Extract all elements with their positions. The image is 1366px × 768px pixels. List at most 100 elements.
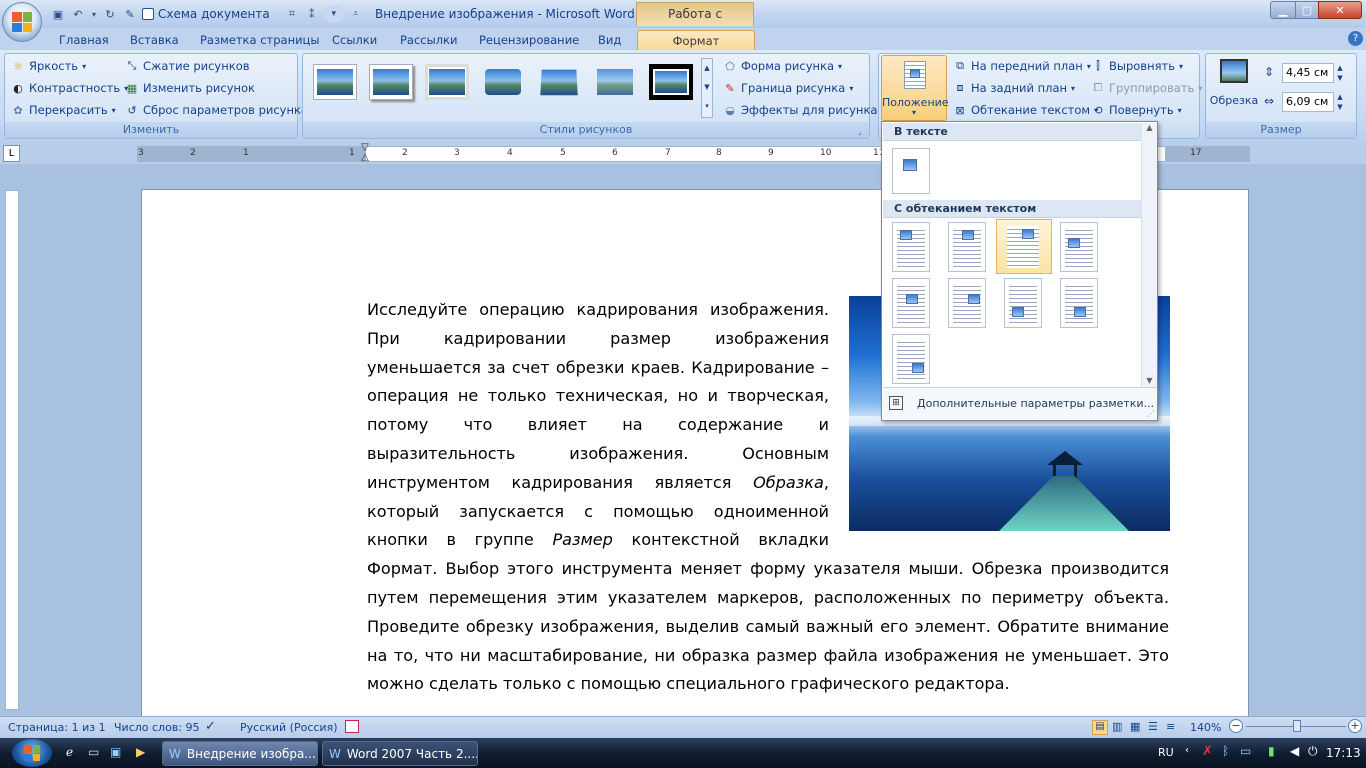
align-button[interactable]: ⫿ Выровнять ▾ <box>1091 59 1183 73</box>
checkbox-icon[interactable] <box>142 8 154 20</box>
rotate-button[interactable]: ⟲ Повернуть ▾ <box>1091 103 1181 117</box>
display-icon[interactable]: ▭ <box>1240 744 1251 758</box>
crop-button[interactable]: Обрезка <box>1209 56 1259 116</box>
page-count[interactable]: Страница: 1 из 1 <box>8 721 106 734</box>
compress-button[interactable]: ⤡ Сжатие рисунков <box>125 59 250 73</box>
tab-format[interactable]: Формат <box>637 30 755 50</box>
macro-record-icon[interactable] <box>345 720 359 733</box>
resize-grip-icon[interactable]: ⋰ <box>1147 409 1155 418</box>
style-thumb-3[interactable] <box>425 64 469 100</box>
volume-icon[interactable]: ◀ <box>1290 744 1299 758</box>
ie-icon[interactable]: ℯ <box>66 745 73 759</box>
word-count[interactable]: Число слов: 95 <box>114 721 200 734</box>
dropdown-icon[interactable]: ▾ <box>90 6 98 22</box>
brightness-button[interactable]: ☼ Яркость ▾ <box>11 59 86 73</box>
contrast-button[interactable]: ◐ Контрастность ▾ <box>11 81 128 95</box>
switch-windows-icon[interactable]: ▣ <box>110 745 121 759</box>
height-spinner[interactable]: ▲ ▼ <box>1334 63 1346 83</box>
taskbar-item-word-active[interactable]: W Внедрение изобра... <box>162 741 318 766</box>
outline-icon[interactable]: ☰ <box>1148 720 1158 733</box>
zoom-out-icon[interactable]: − <box>1229 719 1243 733</box>
picture-effects-button[interactable]: ◒Эффекты для рисунка▾ <box>723 103 885 117</box>
more-icon[interactable]: ⩡ <box>348 6 364 22</box>
close-icon[interactable]: ✕ <box>1318 1 1362 19</box>
zoom-slider-thumb[interactable] <box>1293 720 1301 732</box>
zoom-level[interactable]: 140% <box>1190 721 1221 734</box>
proofing-icon[interactable]: ✓ <box>205 719 216 734</box>
style-thumb-4[interactable] <box>481 64 525 100</box>
maximize-icon[interactable]: ▢ <box>1295 1 1319 19</box>
recolor-button[interactable]: ✿ Перекрасить ▾ <box>11 103 115 117</box>
language-indicator[interactable]: RU <box>1158 746 1174 759</box>
dialog-launcher-icon[interactable]: ⌟ <box>858 127 867 136</box>
draft-icon[interactable]: ≡ <box>1166 720 1175 733</box>
position-option-top-center[interactable] <box>948 222 986 272</box>
tab-references[interactable]: Ссылки <box>326 30 383 50</box>
send-back-button[interactable]: ⧈ На задний план ▾ <box>953 81 1076 95</box>
customize-qat-icon[interactable]: ▾ <box>323 5 344 23</box>
full-screen-reading-icon[interactable]: ▥ <box>1112 720 1122 733</box>
position-option-top-right-selected[interactable] <box>996 219 1052 274</box>
tab-home[interactable]: Главная <box>53 30 115 50</box>
tab-mailings[interactable]: Рассылки <box>394 30 463 50</box>
width-field[interactable]: 6,09 см <box>1282 92 1334 112</box>
reset-picture-button[interactable]: ↺ Сброс параметров рисунка <box>125 103 308 117</box>
power-icon[interactable]: ⏻ <box>1308 744 1318 759</box>
style-thumb-5[interactable] <box>537 64 581 100</box>
picture-shape-button[interactable]: ⬠ Форма рисунка ▾ <box>723 59 842 73</box>
symbol-icon[interactable]: ⁑ <box>304 6 320 22</box>
position-option-bottom-left[interactable] <box>1004 278 1042 328</box>
taskbar-item-word-2[interactable]: W Word 2007 Часть 2.... <box>322 741 478 766</box>
tab-review[interactable]: Рецензирование <box>473 30 585 50</box>
tray-expand-icon[interactable]: ‹ <box>1185 745 1189 756</box>
indent-marker-icon[interactable]: ▽ △ <box>359 143 371 163</box>
antivirus-icon[interactable]: ✗ <box>1202 744 1213 759</box>
tab-insert[interactable]: Вставка <box>124 30 185 50</box>
text-wrap-button[interactable]: ⊠ Обтекание текстом ▾ <box>953 103 1098 117</box>
position-option-bottom-center[interactable] <box>1060 278 1098 328</box>
height-field[interactable]: 4,45 см <box>1282 63 1334 83</box>
position-option-middle-right[interactable] <box>948 278 986 328</box>
redo-icon[interactable]: ↻ <box>102 6 118 22</box>
bring-front-button[interactable]: ⧉ На передний план ▾ <box>953 59 1091 73</box>
save-icon[interactable]: ▣ <box>50 6 66 22</box>
style-thumb-6[interactable] <box>593 64 637 100</box>
zoom-in-icon[interactable]: + <box>1348 719 1362 733</box>
position-option-bottom-right[interactable] <box>892 334 930 384</box>
office-button[interactable] <box>2 2 42 42</box>
minimize-icon[interactable]: ▁ <box>1270 1 1296 19</box>
style-thumb-1[interactable] <box>313 64 357 100</box>
scroll-down-icon[interactable]: ▼ <box>1142 376 1157 385</box>
start-button[interactable] <box>12 739 52 767</box>
tab-view[interactable]: Вид <box>592 30 627 50</box>
help-icon[interactable]: ? <box>1348 31 1363 46</box>
show-desktop-icon[interactable]: ▭ <box>88 745 99 759</box>
style-thumb-7[interactable] <box>649 64 693 100</box>
vertical-ruler[interactable] <box>5 190 19 710</box>
position-button[interactable]: Положение ▾ <box>881 55 949 121</box>
language[interactable]: Русский (Россия) <box>240 721 338 734</box>
style-thumb-2[interactable] <box>369 64 413 100</box>
tab-selector-icon[interactable]: L <box>3 145 20 162</box>
undo-icon[interactable]: ↶ <box>70 6 86 22</box>
change-picture-button[interactable]: ▦ Изменить рисунок <box>125 81 255 95</box>
picture-border-button[interactable]: ✎ Граница рисунка ▾ <box>723 81 853 95</box>
bluetooth-icon[interactable]: ᛒ <box>1222 744 1229 758</box>
group-button[interactable]: ⧠ Группировать ▾ <box>1091 81 1203 95</box>
web-layout-icon[interactable]: ▦ <box>1130 720 1140 733</box>
tab-page-layout[interactable]: Разметка страницы <box>194 30 325 50</box>
crop-icon[interactable]: ⌗ <box>284 6 300 22</box>
position-option-top-left[interactable] <box>892 222 930 272</box>
gallery-scroll[interactable]: ▲ ▼ ▾ <box>701 58 713 118</box>
position-option-middle-center[interactable] <box>892 278 930 328</box>
clock[interactable]: 17:13 <box>1326 746 1361 760</box>
position-option-middle-left[interactable] <box>1060 222 1098 272</box>
network-icon[interactable]: ▮ <box>1268 744 1275 758</box>
gallery-scrollbar[interactable]: ▲ ▼ <box>1141 123 1157 387</box>
spelling-icon[interactable]: ✎ <box>122 6 138 22</box>
width-spinner[interactable]: ▲ ▼ <box>1334 92 1346 112</box>
more-layout-options[interactable]: ⊞ Дополнительные параметры разметки... ⋰ <box>883 387 1157 419</box>
position-option-inline[interactable] <box>892 148 930 194</box>
scroll-up-icon[interactable]: ▲ <box>1142 123 1157 132</box>
print-layout-icon[interactable]: ▤ <box>1092 720 1108 735</box>
